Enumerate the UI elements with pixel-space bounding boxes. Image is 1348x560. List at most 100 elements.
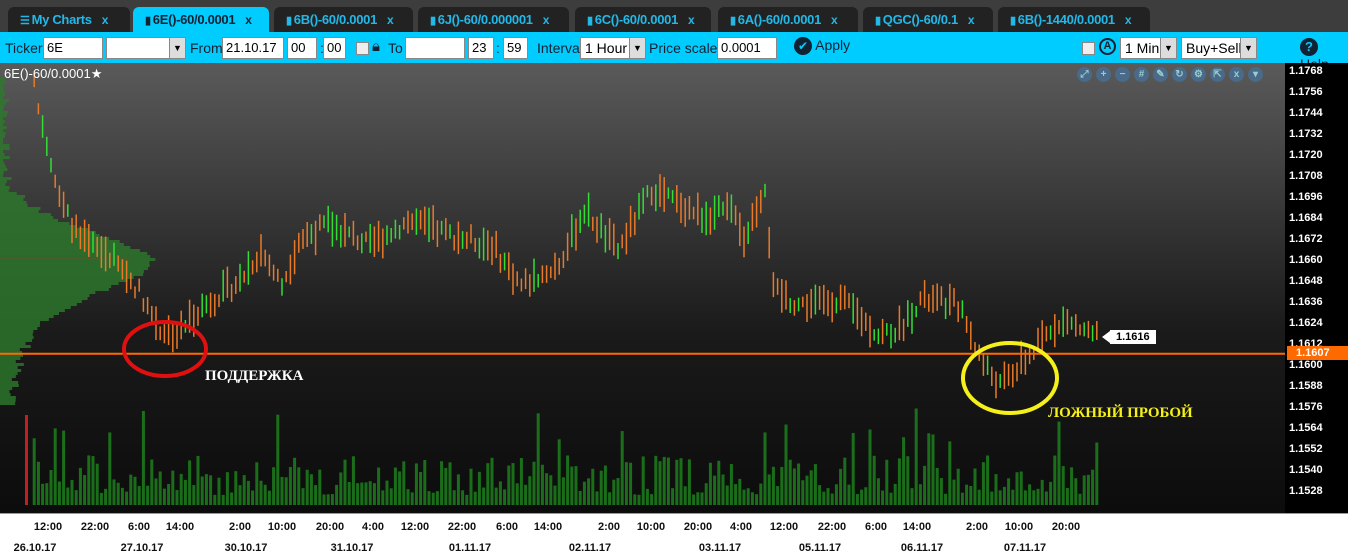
apply-button[interactable]: ✔ Apply <box>794 37 850 55</box>
grid-icon[interactable]: # <box>1134 67 1149 82</box>
tab-5[interactable]: ▮ 6A()-60/0.0001 x <box>718 7 858 32</box>
volume-bar <box>511 463 515 505</box>
gear-icon[interactable]: ⚙ <box>1191 67 1206 82</box>
tab-6[interactable]: ▮ QGC()-60/0.1 x <box>863 7 993 32</box>
chevron-down-icon: ▼ <box>629 38 645 58</box>
expand-icon[interactable]: ⇱ <box>1210 67 1225 82</box>
volume-profile-bar <box>0 147 10 150</box>
tab-7[interactable]: ▮ 6B()-1440/0.0001 x <box>998 7 1150 32</box>
time-tick: 6:00 <box>127 521 151 533</box>
volume-profile-bar <box>0 300 82 303</box>
volume-bar <box>1015 472 1019 505</box>
close-icon[interactable]: x <box>688 13 695 27</box>
refresh-icon[interactable]: ↻ <box>1172 67 1187 82</box>
close-icon[interactable]: x <box>543 13 550 27</box>
volume-bar <box>708 462 712 505</box>
side-value: Buy+Sell <box>1186 40 1242 56</box>
volume-bar <box>532 461 536 505</box>
auto-icon[interactable]: A <box>1099 38 1116 55</box>
tab-0[interactable]: ☰ My Charts x <box>8 7 130 32</box>
volume-bar <box>99 492 103 505</box>
volume-bar <box>864 487 868 505</box>
volume-bar <box>860 489 864 505</box>
lock-checkbox[interactable] <box>356 42 369 55</box>
time-tick: 10:00 <box>1004 521 1034 533</box>
close-icon[interactable]: x <box>387 13 394 27</box>
volume-bar <box>692 494 696 505</box>
volume-bar <box>1032 490 1036 505</box>
price-tick: 1.1744 <box>1289 107 1323 119</box>
interval-select[interactable]: 1 Hour ▼ <box>580 37 646 59</box>
volume-bar <box>276 414 280 505</box>
tab-bar: ☰ My Charts x ▮ 6E()-60/0.0001 x ▮ 6B()-60/0.00… <box>0 0 1348 32</box>
volume-profile-bar <box>0 156 10 159</box>
volume-profile-bar <box>0 120 5 123</box>
star-icon[interactable]: ★ <box>91 66 103 81</box>
volume-bar <box>477 471 481 505</box>
chevron-down-icon[interactable]: ▾ <box>1248 67 1263 82</box>
tab-3[interactable]: ▮ 6J()-60/0.000001 x <box>418 7 569 32</box>
volume-profile-bar <box>0 399 16 402</box>
time-tick: 20:00 <box>1051 521 1081 533</box>
volume-bar <box>608 492 612 505</box>
volume-profile-bar <box>0 114 7 117</box>
ticker-input[interactable]: 6E <box>43 37 103 59</box>
close-icon[interactable]: x <box>1229 67 1244 82</box>
close-icon[interactable]: x <box>102 13 109 27</box>
volume-bar <box>246 480 250 505</box>
from-hour-input[interactable]: 00 <box>287 37 317 59</box>
volume-profile-bar <box>0 216 54 219</box>
auto-checkbox[interactable] <box>1082 42 1095 55</box>
chart-canvas[interactable] <box>0 63 1285 513</box>
zoom-in-icon[interactable]: + <box>1096 67 1111 82</box>
volume-profile-bar <box>0 288 109 291</box>
volume-bar <box>671 488 675 505</box>
tab-label: QGC()-60/0.1 <box>882 12 958 27</box>
price-axis[interactable]: 1.1768 1.1756 1.1744 1.1732 1.1720 1.1708 1.16… <box>1285 63 1348 513</box>
time-axis[interactable]: 12:00 22:00 6:00 14:00 2:00 10:00 20:00 4:00 12:… <box>0 513 1348 560</box>
tab-label: 6E()-60/0.0001 <box>152 12 236 27</box>
volume-profile-bar <box>0 360 16 363</box>
volume-bar <box>448 462 452 505</box>
volume-bar <box>528 476 532 505</box>
tab-1[interactable]: ▮ 6E()-60/0.0001 x <box>133 7 269 32</box>
side-select[interactable]: Buy+Sell ▼ <box>1181 37 1257 59</box>
volume-bar <box>1040 479 1044 505</box>
to-minute-input[interactable]: 59 <box>503 37 528 59</box>
volume-bar <box>767 474 771 505</box>
price-scale-input[interactable]: 0.0001 <box>717 37 777 59</box>
pencil-icon[interactable]: ✎ <box>1153 67 1168 82</box>
close-icon[interactable]: x <box>245 13 252 27</box>
close-icon[interactable]: x <box>1125 13 1132 27</box>
price-tick: 1.1588 <box>1289 380 1323 392</box>
price-chart[interactable]: 6E()-60/0.0001★ ⤢ + − # ✎ ↻ ⚙ ⇱ x ▾ ПОДДЕРЖКА ЛОЖ… <box>0 63 1285 513</box>
volume-bar <box>280 476 284 505</box>
close-icon[interactable]: x <box>968 13 975 27</box>
volume-bar <box>855 494 859 505</box>
ticker-dropdown[interactable]: ▼ <box>106 37 186 59</box>
volume-bar <box>36 461 40 505</box>
close-icon[interactable]: x <box>831 13 838 27</box>
time-tick: 22:00 <box>817 521 847 533</box>
from-date-input[interactable]: 21.10.17 <box>222 37 284 59</box>
price-tick: 1.1564 <box>1289 422 1323 434</box>
volume-profile-bar <box>0 93 6 96</box>
period-select[interactable]: 1 Min ▼ <box>1120 37 1177 59</box>
volume-bar <box>83 475 87 505</box>
chevron-down-icon: ▼ <box>1240 38 1256 58</box>
volume-profile-bar <box>0 228 88 231</box>
tab-4[interactable]: ▮ 6C()-60/0.0001 x <box>575 7 711 32</box>
to-hour-input[interactable]: 23 <box>468 37 494 59</box>
volume-profile-bar <box>0 381 19 384</box>
from-minute-input[interactable]: 00 <box>323 37 346 59</box>
volume-bar <box>847 484 851 505</box>
time-tick: 10:00 <box>267 521 297 533</box>
to-date-input[interactable] <box>405 37 465 59</box>
volume-profile-bar <box>0 384 19 387</box>
volume-bar <box>133 476 137 505</box>
volume-profile-bar <box>0 375 16 378</box>
tab-2[interactable]: ▮ 6B()-60/0.0001 x <box>274 7 413 32</box>
zoom-out-icon[interactable]: − <box>1115 67 1130 82</box>
zoom-fit-icon[interactable]: ⤢ <box>1077 67 1092 82</box>
volume-bar <box>314 485 318 505</box>
